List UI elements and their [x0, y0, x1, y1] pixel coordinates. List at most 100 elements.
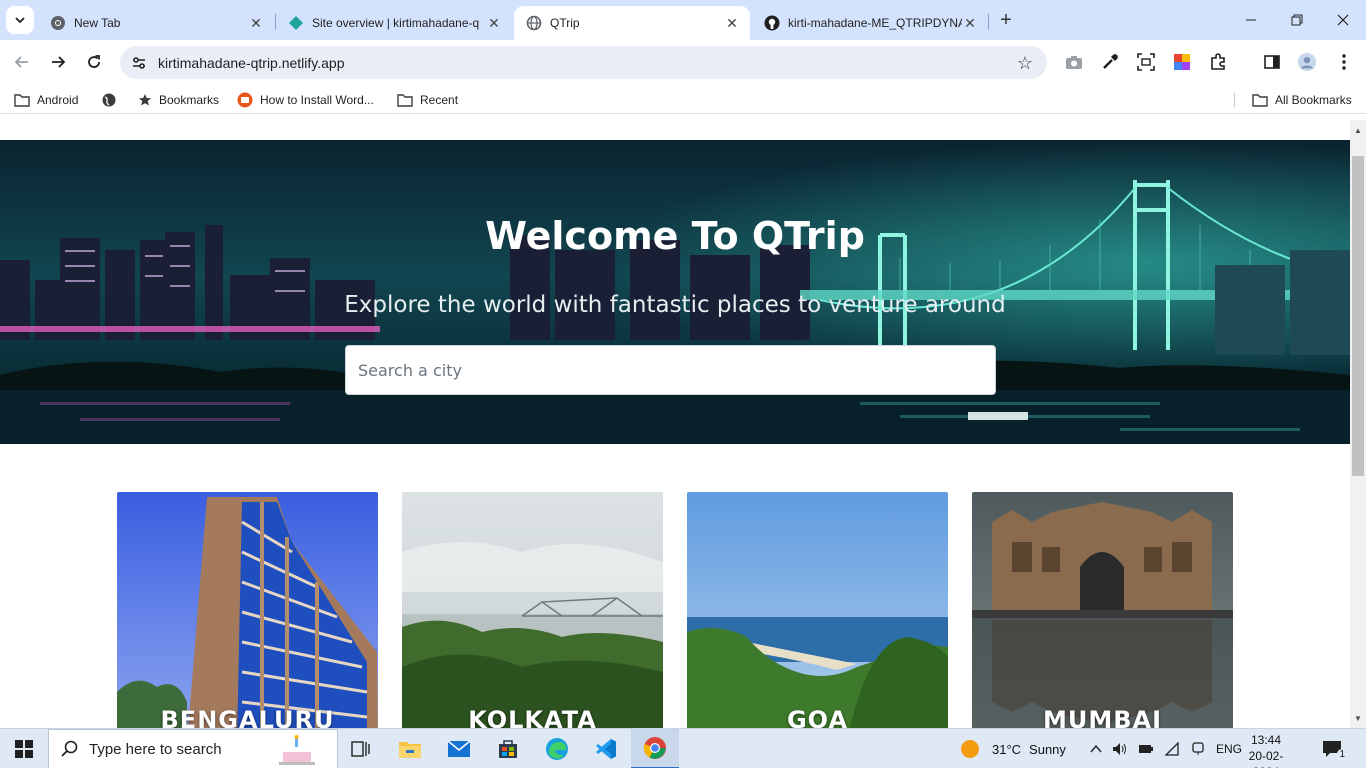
all-bookmarks-label: All Bookmarks	[1275, 93, 1352, 107]
weather-temp: 31°C	[992, 741, 1022, 757]
hero-title: Welcome To QTrip	[485, 214, 865, 258]
taskbar-search-box[interactable]: Type here to search	[48, 729, 338, 768]
task-view-button[interactable]	[337, 729, 385, 768]
chevron-up-icon[interactable]	[1090, 744, 1102, 754]
all-bookmarks-button[interactable]: All Bookmarks	[1252, 91, 1352, 109]
scroll-down-arrow-icon[interactable]: ▼	[1350, 710, 1366, 726]
system-tray-icons: ENG	[1090, 729, 1242, 768]
tab-title: kirti-mahadane-ME_QTRIPDYNA	[788, 16, 962, 30]
city-image-mumbai	[972, 492, 1233, 728]
windows-logo-icon	[15, 740, 33, 758]
bookmark-star-icon[interactable]: ☆	[1017, 53, 1033, 74]
weather-condition: Sunny	[1029, 741, 1066, 757]
chevron-down-icon	[15, 17, 25, 24]
profile-avatar[interactable]	[1297, 52, 1317, 72]
bookmark-globe[interactable]	[101, 91, 124, 109]
back-button[interactable]	[7, 47, 37, 77]
clock[interactable]: 13:44 20-02-2024	[1236, 732, 1296, 768]
page-viewport: Welcome To QTrip Explore the world with …	[0, 120, 1350, 728]
close-icon[interactable]: ✕	[962, 15, 978, 31]
speaker-icon[interactable]	[1112, 742, 1128, 756]
city-image-kolkata	[402, 492, 663, 728]
city-card-goa[interactable]: GOA	[687, 492, 948, 728]
color-palette-icon[interactable]	[1172, 52, 1192, 72]
weather-widget[interactable]: 31°C Sunny	[960, 729, 1066, 768]
vscode-icon	[596, 739, 616, 759]
restore-button[interactable]	[1274, 0, 1320, 40]
browser-toolbar: kirtimahadane-qtrip.netlify.app ☆	[0, 40, 1366, 86]
tab-divider	[988, 14, 989, 30]
meet-now-icon[interactable]	[1190, 742, 1206, 756]
city-card-mumbai[interactable]: MUMBAI	[972, 492, 1233, 728]
arrow-left-icon	[14, 56, 28, 68]
notification-center-button[interactable]: 1	[1322, 729, 1347, 768]
site-settings-icon[interactable]	[128, 52, 150, 74]
bookmark-recent[interactable]: Recent	[397, 91, 458, 109]
reload-button[interactable]	[79, 47, 109, 77]
edge-icon	[546, 738, 568, 760]
taskbar-search-placeholder: Type here to search	[89, 740, 222, 758]
new-tab-button[interactable]: +	[994, 8, 1018, 32]
camera-icon[interactable]	[1064, 52, 1084, 72]
bookmark-android[interactable]: Android	[14, 91, 78, 109]
close-icon[interactable]: ✕	[248, 15, 264, 31]
more-menu-icon[interactable]	[1334, 52, 1354, 72]
notification-icon: 1	[1322, 740, 1347, 760]
battery-icon[interactable]	[1138, 743, 1154, 755]
wifi-icon[interactable]	[1164, 742, 1180, 756]
bookmarks-bar: Android Bookmarks How to Install Word...…	[0, 86, 1366, 114]
bookmark-how-to-install-word[interactable]: How to Install Word...	[237, 91, 374, 109]
tab-search-button[interactable]	[6, 6, 34, 34]
scrollbar-thumb[interactable]	[1352, 156, 1364, 476]
tab-new-tab[interactable]: New Tab ✕	[38, 6, 274, 40]
tab-github[interactable]: kirti-mahadane-ME_QTRIPDYNA ✕	[752, 6, 988, 40]
vscode-button[interactable]	[582, 729, 630, 768]
file-explorer-button[interactable]	[386, 729, 434, 768]
chrome-icon	[50, 15, 66, 31]
side-panel-icon[interactable]	[1262, 52, 1282, 72]
chrome-taskbar-button[interactable]	[631, 729, 679, 768]
close-icon[interactable]: ✕	[486, 15, 502, 31]
minimize-icon	[1246, 19, 1256, 21]
tab-title: New Tab	[74, 16, 121, 30]
close-window-button[interactable]	[1320, 0, 1366, 40]
folder-icon	[14, 93, 30, 107]
close-icon[interactable]: ✕	[724, 15, 740, 31]
file-explorer-icon	[399, 742, 421, 758]
search-icon	[61, 740, 79, 758]
bookmark-bookmarks[interactable]: Bookmarks	[138, 91, 219, 109]
forward-button[interactable]	[43, 47, 73, 77]
arrow-right-icon	[52, 56, 66, 68]
scroll-up-arrow-icon[interactable]: ▲	[1350, 122, 1366, 138]
tab-site-overview[interactable]: Site overview | kirtimahadane-q ✕	[276, 6, 512, 40]
hero-subtitle: Explore the world with fantastic places …	[344, 292, 1006, 318]
store-icon	[499, 740, 517, 758]
globe-icon	[101, 92, 117, 108]
screenshot-icon[interactable]	[1136, 52, 1156, 72]
city-cards-grid: BENGALURU KOLKATA GOA MUMBAI	[0, 492, 1350, 728]
tab-title: Site overview | kirtimahadane-q	[312, 16, 480, 30]
star-icon	[138, 93, 152, 107]
microsoft-store-button[interactable]	[484, 729, 532, 768]
mail-icon	[447, 740, 471, 757]
start-button[interactable]	[0, 729, 48, 768]
city-card-bengaluru[interactable]: BENGALURU	[117, 492, 378, 728]
page-scrollbar[interactable]: ▲ ▼	[1350, 120, 1366, 728]
sun-icon	[960, 739, 980, 759]
mail-button[interactable]	[435, 729, 483, 768]
tab-qtrip[interactable]: QTrip ✕	[514, 6, 750, 40]
tab-strip: New Tab ✕ Site overview | kirtimahadane-…	[0, 0, 1366, 40]
minimize-button[interactable]	[1228, 0, 1274, 40]
clock-date: 20-02-2024	[1248, 749, 1284, 768]
edge-button[interactable]	[533, 729, 581, 768]
address-bar[interactable]: kirtimahadane-qtrip.netlify.app ☆	[120, 46, 1047, 79]
hero-banner: Welcome To QTrip Explore the world with …	[0, 140, 1350, 444]
folder-icon	[397, 93, 413, 107]
city-search-input[interactable]	[345, 345, 996, 395]
globe-icon	[526, 15, 542, 31]
city-name: MUMBAI	[1042, 706, 1163, 728]
clock-time: 13:44	[1250, 733, 1282, 747]
extensions-puzzle-icon[interactable]	[1208, 52, 1228, 72]
city-card-kolkata[interactable]: KOLKATA	[402, 492, 663, 728]
eyedropper-icon[interactable]	[1100, 52, 1120, 72]
